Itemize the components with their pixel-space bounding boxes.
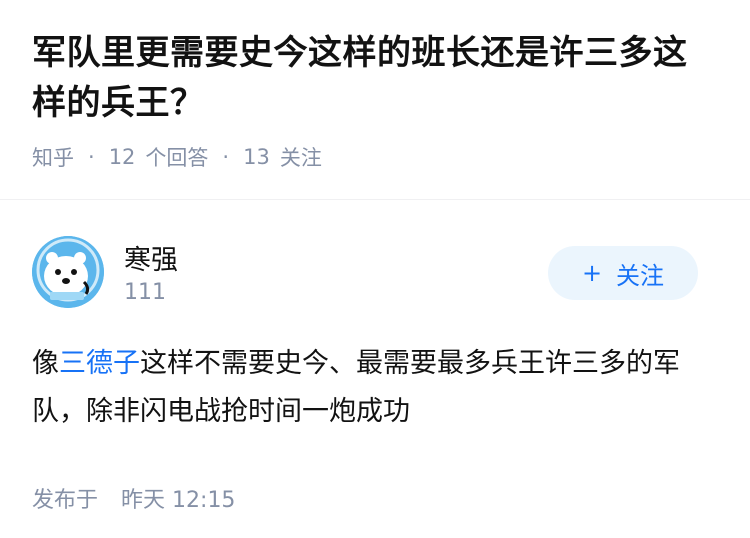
publish-day: 昨天 bbox=[121, 488, 166, 513]
polar-bear-avatar-icon[interactable] bbox=[32, 236, 104, 308]
answer-content: 像三德子这样不需要史今、最需要最多兵王许三多的军队，除非闪电战抢时间一炮成功 bbox=[32, 340, 718, 436]
answer-card: 寒强 111 + 关注 像三德子这样不需要史今、最需要最多兵王许三多的军队，除非… bbox=[0, 236, 750, 514]
publish-label: 发布于 bbox=[32, 488, 99, 513]
question-meta: 知乎 · 12 个回答 · 13 关注 bbox=[32, 142, 718, 172]
content-text: 像 bbox=[32, 348, 59, 379]
author-name[interactable]: 寒强 bbox=[124, 238, 178, 277]
publish-clock: 12:15 bbox=[172, 488, 236, 513]
answer-count-label[interactable]: 个回答 bbox=[145, 142, 208, 172]
content-link[interactable]: 三德子 bbox=[59, 348, 140, 379]
follow-button[interactable]: + 关注 bbox=[548, 246, 698, 300]
author-row: 寒强 111 + 关注 bbox=[32, 236, 718, 336]
follow-button-label: 关注 bbox=[616, 261, 665, 290]
question-title[interactable]: 军队里更需要史今这样的班长还是许三多这样的兵王？ bbox=[32, 28, 718, 128]
answer-count: 12 bbox=[108, 145, 136, 169]
author-headline: 111 bbox=[124, 280, 166, 305]
separator-dot: · bbox=[88, 145, 95, 169]
publish-time: 发布于 昨天 12:15 bbox=[32, 482, 718, 514]
follow-count: 13 bbox=[243, 145, 270, 169]
separator-dot: · bbox=[222, 145, 230, 169]
source-label[interactable]: 知乎 bbox=[32, 142, 74, 172]
follow-count-label[interactable]: 关注 bbox=[280, 142, 322, 172]
plus-icon: + bbox=[581, 259, 603, 287]
question-header: 军队里更需要史今这样的班长还是许三多这样的兵王？ 知乎 · 12 个回答 · 1… bbox=[0, 0, 750, 172]
divider bbox=[0, 199, 750, 200]
